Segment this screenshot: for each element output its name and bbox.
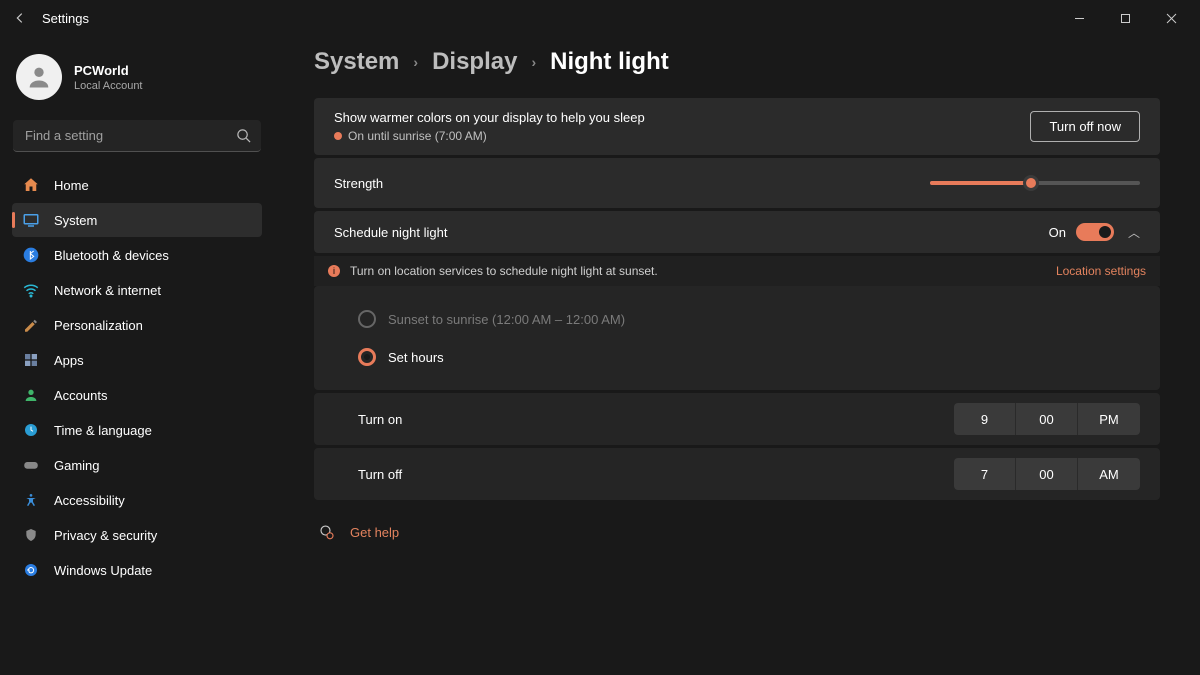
- breadcrumb: System › Display › Night light: [314, 48, 1160, 76]
- help-icon: [318, 523, 336, 541]
- sidebar-item-label: Accessibility: [54, 493, 125, 508]
- nav: Home System Bluetooth & devices Network …: [12, 168, 262, 587]
- strength-slider[interactable]: [930, 174, 1140, 192]
- help-row: Get help: [314, 503, 1160, 561]
- turn-on-ampm[interactable]: PM: [1078, 403, 1140, 435]
- account-sub: Local Account: [74, 80, 143, 92]
- maximize-button[interactable]: [1102, 2, 1148, 34]
- sidebar-item-accounts[interactable]: Accounts: [12, 378, 262, 412]
- turn-on-minute[interactable]: 00: [1016, 403, 1078, 435]
- system-icon: [22, 211, 40, 229]
- info-icon: i: [328, 265, 340, 277]
- sidebar-item-label: Home: [54, 178, 89, 193]
- sidebar-item-label: Accounts: [54, 388, 107, 403]
- location-settings-link[interactable]: Location settings: [1056, 264, 1146, 278]
- titlebar: Settings: [0, 0, 1200, 36]
- chevron-right-icon: ›: [413, 54, 418, 70]
- bluetooth-icon: [22, 246, 40, 264]
- sidebar-item-label: Bluetooth & devices: [54, 248, 169, 263]
- sidebar-item-label: Network & internet: [54, 283, 161, 298]
- sidebar-item-label: Windows Update: [54, 563, 152, 578]
- sidebar-item-label: Time & language: [54, 423, 152, 438]
- sidebar-item-label: Personalization: [54, 318, 143, 333]
- search-input[interactable]: [13, 120, 261, 152]
- sidebar-item-label: Apps: [54, 353, 84, 368]
- apps-icon: [22, 351, 40, 369]
- radio-selected-icon: [358, 348, 376, 366]
- radio-sunset[interactable]: Sunset to sunrise (12:00 AM – 12:00 AM): [358, 300, 1140, 338]
- close-button[interactable]: [1148, 2, 1194, 34]
- breadcrumb-display[interactable]: Display: [432, 48, 517, 76]
- location-info-bar: i Turn on location services to schedule …: [314, 256, 1160, 286]
- wifi-icon: [22, 281, 40, 299]
- sidebar-item-bluetooth[interactable]: Bluetooth & devices: [12, 238, 262, 272]
- sidebar-item-update[interactable]: Windows Update: [12, 553, 262, 587]
- breadcrumb-system[interactable]: System: [314, 48, 399, 76]
- sidebar-item-accessibility[interactable]: Accessibility: [12, 483, 262, 517]
- accounts-icon: [22, 386, 40, 404]
- status-dot-icon: [334, 132, 342, 140]
- sidebar-item-network[interactable]: Network & internet: [12, 273, 262, 307]
- strength-card: Strength: [314, 158, 1160, 208]
- personalization-icon: [22, 316, 40, 334]
- sidebar-item-personalization[interactable]: Personalization: [12, 308, 262, 342]
- turn-on-time-picker[interactable]: 9 00 PM: [954, 403, 1140, 435]
- window-title: Settings: [42, 11, 89, 26]
- sidebar-item-apps[interactable]: Apps: [12, 343, 262, 377]
- schedule-label: Schedule night light: [334, 225, 1049, 240]
- shield-icon: [22, 526, 40, 544]
- sidebar-item-system[interactable]: System: [12, 203, 262, 237]
- turn-off-time-picker[interactable]: 7 00 AM: [954, 458, 1140, 490]
- schedule-options: Sunset to sunrise (12:00 AM – 12:00 AM) …: [314, 286, 1160, 390]
- sidebar-item-home[interactable]: Home: [12, 168, 262, 202]
- radio-sethours-label: Set hours: [388, 350, 444, 365]
- back-button[interactable]: [6, 4, 34, 32]
- strength-label: Strength: [334, 176, 930, 191]
- hero-desc: Show warmer colors on your display to he…: [334, 110, 1030, 125]
- turn-on-label: Turn on: [358, 412, 954, 427]
- turn-off-row: Turn off 7 00 AM: [314, 448, 1160, 500]
- sidebar-item-label: Privacy & security: [54, 528, 157, 543]
- chevron-right-icon: ›: [531, 54, 536, 70]
- schedule-toggle[interactable]: [1076, 223, 1114, 241]
- turn-on-row: Turn on 9 00 PM: [314, 393, 1160, 445]
- home-icon: [22, 176, 40, 194]
- main-content: System › Display › Night light Show warm…: [274, 36, 1200, 675]
- turn-off-minute[interactable]: 00: [1016, 458, 1078, 490]
- avatar: [16, 54, 62, 100]
- radio-icon: [358, 310, 376, 328]
- update-icon: [22, 561, 40, 579]
- hero-status: On until sunrise (7:00 AM): [348, 129, 487, 143]
- minimize-button[interactable]: [1056, 2, 1102, 34]
- search-icon: [236, 128, 251, 146]
- turn-on-hour[interactable]: 9: [954, 403, 1016, 435]
- info-text: Turn on location services to schedule ni…: [350, 264, 1056, 278]
- sidebar-item-privacy[interactable]: Privacy & security: [12, 518, 262, 552]
- hero-card: Show warmer colors on your display to he…: [314, 98, 1160, 155]
- radio-set-hours[interactable]: Set hours: [358, 338, 1140, 376]
- schedule-state: On: [1049, 225, 1066, 240]
- account-block[interactable]: PCWorld Local Account: [12, 44, 262, 116]
- schedule-card: Schedule night light On ︿: [314, 211, 1160, 253]
- turn-off-now-button[interactable]: Turn off now: [1030, 111, 1140, 142]
- clock-icon: [22, 421, 40, 439]
- sidebar-item-label: Gaming: [54, 458, 100, 473]
- sidebar: PCWorld Local Account Home System Blueto…: [0, 36, 274, 675]
- gaming-icon: [22, 456, 40, 474]
- turn-off-ampm[interactable]: AM: [1078, 458, 1140, 490]
- sidebar-item-gaming[interactable]: Gaming: [12, 448, 262, 482]
- sidebar-item-label: System: [54, 213, 97, 228]
- radio-sunset-label: Sunset to sunrise (12:00 AM – 12:00 AM): [388, 312, 625, 327]
- sidebar-item-time[interactable]: Time & language: [12, 413, 262, 447]
- get-help-link[interactable]: Get help: [350, 525, 399, 540]
- account-name: PCWorld: [74, 63, 143, 78]
- turn-off-label: Turn off: [358, 467, 954, 482]
- chevron-up-icon[interactable]: ︿: [1128, 224, 1140, 241]
- accessibility-icon: [22, 491, 40, 509]
- page-title: Night light: [550, 48, 669, 76]
- turn-off-hour[interactable]: 7: [954, 458, 1016, 490]
